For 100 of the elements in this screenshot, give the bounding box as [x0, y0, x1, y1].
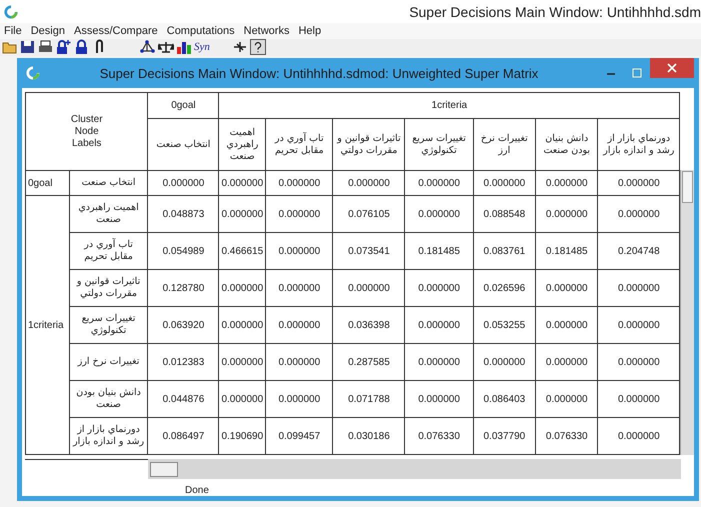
menu-item[interactable]: Design [30, 24, 65, 37]
node-header: تغييرات سريع تكنولوژي [404, 118, 474, 170]
matrix-cell: 0.036398 [332, 306, 405, 344]
matrix-cell: 0.000000 [266, 270, 333, 306]
matrix-cell: 0.088548 [473, 196, 536, 232]
matrix-cell: 0.000000 [266, 170, 333, 196]
matrix-cell: 0.190690 [218, 418, 266, 454]
header-label: Cluster Node Labels [26, 92, 148, 170]
matrix-cell: 0.000000 [598, 418, 680, 454]
matrix-cell: 0.086497 [148, 418, 219, 454]
matrix-cell: 0.076105 [332, 196, 405, 232]
matrix-cell: 0.037790 [473, 418, 536, 454]
close-button[interactable] [650, 58, 694, 78]
matrix-cell: 0.063920 [148, 306, 219, 344]
matrix-cell: 0.000000 [473, 170, 536, 196]
menu-item[interactable]: Help [298, 24, 322, 37]
matrix-cell: 0.083761 [473, 232, 536, 270]
node-label: تاب آوري در مقابل تحريم [69, 232, 148, 270]
app-logo-icon [26, 66, 40, 80]
matrix-cell: 0.000000 [218, 270, 266, 306]
matrix-cell: 0.000000 [536, 380, 598, 418]
maximize-icon [632, 68, 642, 78]
matrix-cell: 0.000000 [218, 344, 266, 380]
matrix-cell: 0.054989 [148, 232, 219, 270]
menu-item[interactable]: File [4, 24, 22, 37]
close-icon [667, 63, 677, 73]
matrix-cell: 0.000000 [598, 170, 680, 196]
window-title: Super Decisions Main Window: Untihhhhd.sdmod: Unweighted Super Matrix [98, 66, 540, 80]
node-label: اهميت راهبردي صنعت [69, 196, 148, 232]
vertical-scrollbar[interactable] [680, 170, 694, 455]
matrix-cell: 0.000000 [536, 270, 598, 306]
node-header: تاب آوري در مقابل تحريم [266, 118, 333, 170]
matrix-cell: 0.000000 [266, 380, 333, 418]
matrix-cell: 0.000000 [332, 170, 405, 196]
matrix-cell: 0.044876 [148, 380, 219, 418]
matrix-cell: 0.287585 [332, 344, 405, 380]
matrix-cell: 0.000000 [332, 270, 405, 306]
menu-item[interactable]: Assess/Compare [74, 24, 158, 37]
node-header: تاثيرات قوانين و مقررات دولتي [332, 118, 405, 170]
matrix-cell: 0.000000 [598, 270, 680, 306]
node-header: دورنماي بازار از رشد و اندازه بازار [598, 118, 680, 170]
matrix-cell: 0.073541 [332, 232, 405, 270]
lock-icon[interactable] [74, 39, 90, 56]
node-label: تغييرات نرخ ارز [69, 344, 148, 380]
matrix-cell: 0.000000 [598, 196, 680, 232]
matrix-cell: 0.000000 [536, 306, 598, 344]
matrix-cell: 0.030186 [332, 418, 405, 454]
status-text: Done [184, 484, 210, 496]
node-label: انتخاب صنعت [69, 170, 148, 196]
node-label: تغييرات سريع تكنولوژي [69, 306, 148, 344]
cluster-label: 1criteria [26, 196, 70, 454]
cluster-header: 0goal [148, 92, 219, 118]
matrix-cell: 0.204748 [598, 232, 680, 270]
matrix-cell: 0.181485 [536, 232, 598, 270]
horizontal-scrollbar[interactable] [148, 459, 681, 479]
node-header: انتخاب صنعت [148, 118, 219, 170]
matrix-cell: 0.000000 [598, 306, 680, 344]
help-button[interactable] [250, 39, 266, 56]
matrix-cell: 0.026596 [473, 270, 536, 306]
app-logo-icon [4, 4, 18, 19]
save-icon[interactable] [20, 39, 36, 56]
matrix-cell: 0.048873 [148, 196, 219, 232]
matrix-cell: 0.086403 [473, 380, 536, 418]
cluster-label: 0goal [26, 170, 70, 196]
matrix-cell: 0.000000 [404, 196, 474, 232]
matrix-cell: 0.000000 [218, 170, 266, 196]
matrix-cell: 0.000000 [404, 170, 474, 196]
node-header: تغييرات نرخ ارز [473, 118, 536, 170]
node-label: تاثيرات قوانين و مقررات دولتي [69, 270, 148, 306]
matrix-cell: 0.000000 [148, 170, 219, 196]
matrix-cell: 0.076330 [404, 418, 474, 454]
menu-item[interactable]: Networks [244, 24, 290, 37]
balance-icon[interactable] [158, 39, 174, 56]
bar-chart-icon[interactable] [176, 39, 192, 56]
matrix-cell: 0.000000 [404, 270, 474, 306]
matrix-cell: 0.000000 [266, 344, 333, 380]
node-label: دانش بنيان بودن صنعت [69, 380, 148, 418]
matrix-cell: 0.000000 [536, 344, 598, 380]
matrix-cell: 0.000000 [218, 196, 266, 232]
matrix-cell: 0.000000 [536, 170, 598, 196]
synthesize-button[interactable]: Syn [194, 41, 210, 54]
matrix-cell: 0.076330 [536, 418, 598, 454]
network-icon[interactable] [140, 39, 156, 56]
matrix-cell: 0.000000 [218, 380, 266, 418]
matrix-cell: 0.012383 [148, 344, 219, 380]
matrix-cell: 0.000000 [598, 344, 680, 380]
matrix-cell: 0.000000 [598, 380, 680, 418]
window-title: Super Decisions Main Window: Untihhhhd.sdm [409, 4, 701, 20]
node-label: دورنماي بازار از رشد و اندازه بازار [69, 418, 148, 454]
node-header: اهميت راهبردي صنعت [218, 118, 266, 170]
cluster-header: 1criteria [218, 92, 680, 118]
matrix-cell: 0.000000 [404, 344, 474, 380]
menu-item[interactable]: Computations [166, 24, 235, 37]
matrix-cell: 0.181485 [404, 232, 474, 270]
matrix-cell: 0.000000 [404, 380, 474, 418]
matrix-cell: 0.000000 [473, 344, 536, 380]
matrix-cell: 0.466615 [218, 232, 266, 270]
node-header: دانش بنيان بودن صنعت [536, 118, 598, 170]
matrix-cell: 0.000000 [536, 196, 598, 232]
lock-plus-icon[interactable] [56, 39, 72, 56]
